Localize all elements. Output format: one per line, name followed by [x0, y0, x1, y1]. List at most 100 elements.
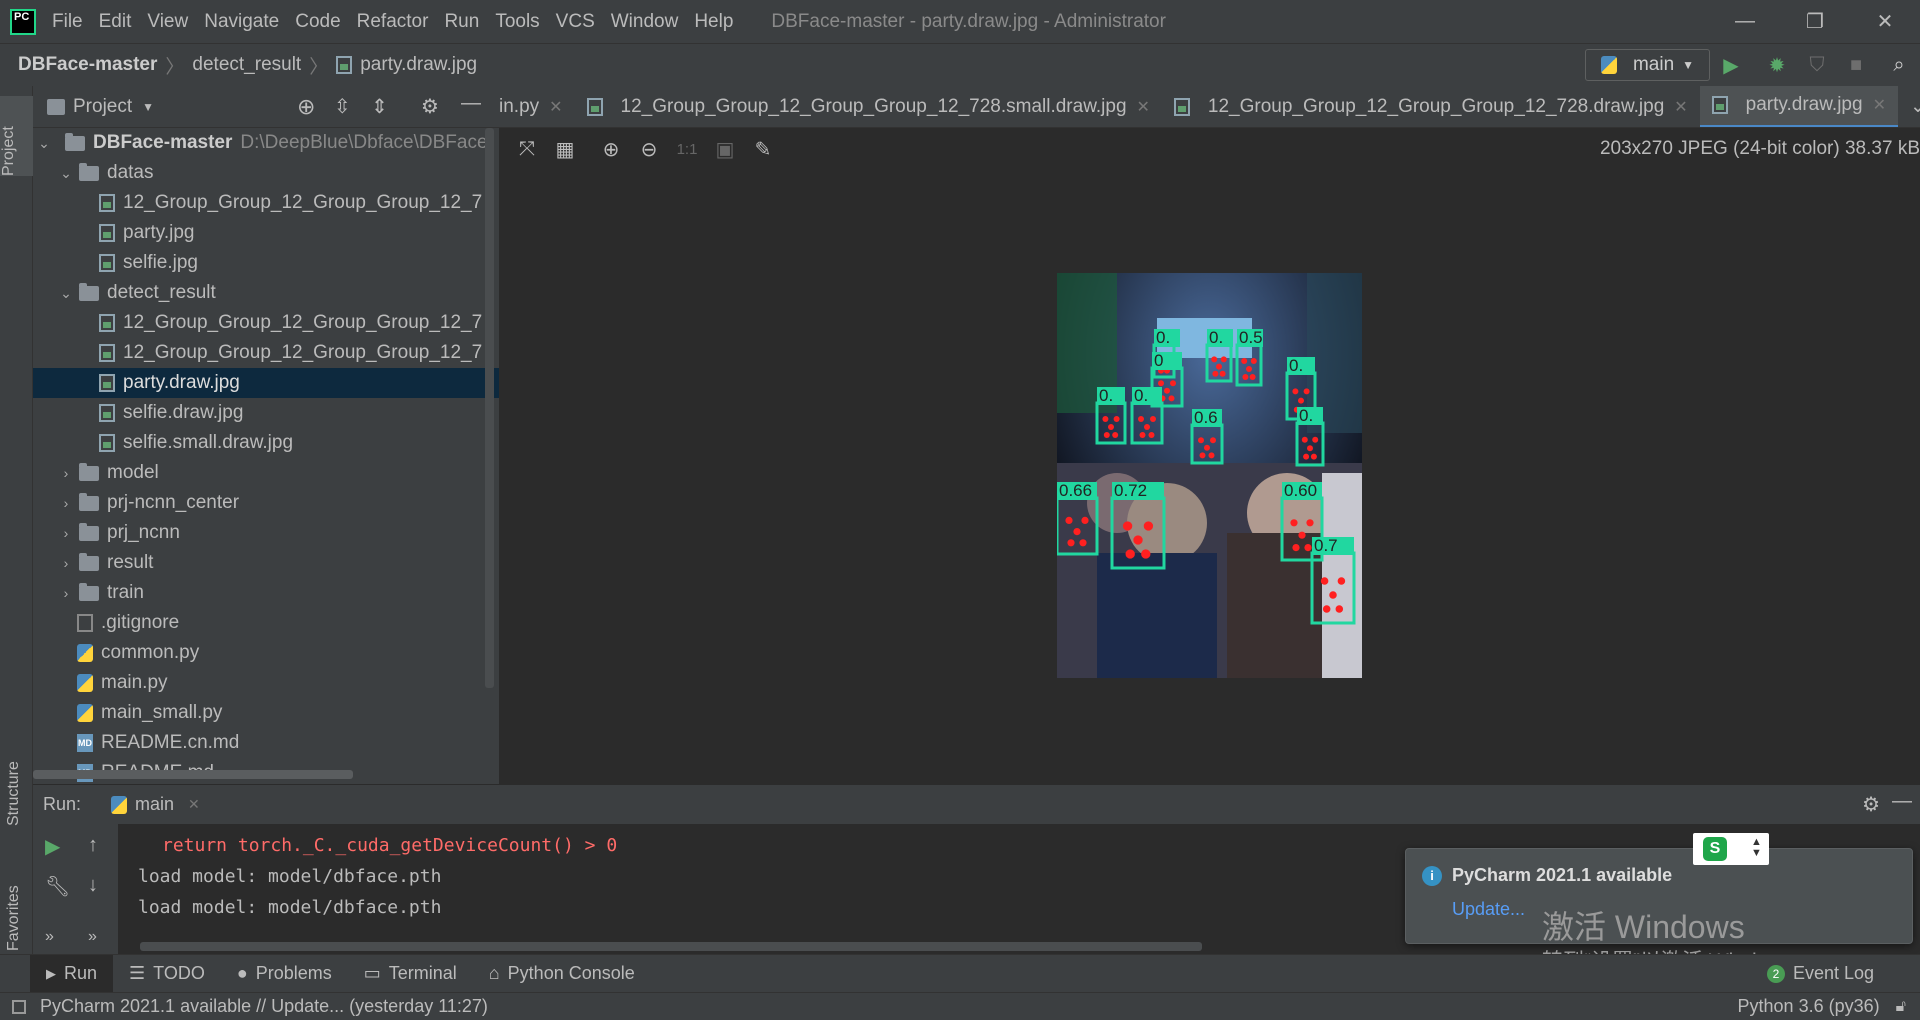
menu-window[interactable]: Window [611, 11, 679, 33]
locate-icon[interactable]: ⊕ [297, 94, 315, 120]
structure-tool-tab[interactable]: Structure [5, 716, 23, 826]
breadcrumb-file[interactable]: party.draw.jpg [360, 54, 477, 76]
fit-to-window-icon[interactable]: ⤧ [511, 133, 543, 165]
menu-code[interactable]: Code [295, 11, 340, 33]
tree-file[interactable]: main.py [33, 668, 499, 698]
tree-file[interactable]: selfie.jpg [33, 248, 499, 278]
close-icon[interactable]: ✕ [549, 97, 562, 117]
more-icon[interactable]: » [88, 928, 97, 946]
search-icon[interactable]: ⌕ [1886, 52, 1912, 78]
tool-tab-run[interactable]: ▶ Run [30, 954, 114, 993]
run-configuration-select[interactable]: main ▼ [1585, 49, 1710, 81]
tree-file[interactable]: selfie.draw.jpg [33, 398, 499, 428]
menu-navigate[interactable]: Navigate [204, 11, 279, 33]
expand-all-icon[interactable]: ⇳ [334, 94, 351, 119]
status-message[interactable]: PyCharm 2021.1 available // Update... (y… [40, 996, 488, 1017]
close-icon[interactable]: ✕ [1873, 95, 1886, 115]
tab-draw-jpg[interactable]: 12_Group_Group_12_Group_Group_12_728.dra… [1162, 86, 1700, 127]
hide-panel-icon[interactable]: — [1892, 790, 1912, 813]
tree-folder[interactable]: › model [33, 458, 499, 488]
menu-tools[interactable]: Tools [495, 11, 539, 33]
tree-file[interactable]: 12_Group_Group_12_Group_Group_12_7 [33, 188, 499, 218]
ime-indicator[interactable]: S ▲ ▼ [1693, 833, 1769, 865]
update-link[interactable]: Update... [1452, 899, 1525, 920]
restore-icon[interactable]: ❐ [1780, 9, 1850, 34]
collapse-all-icon[interactable]: ⇕ [371, 94, 388, 119]
zoom-in-icon[interactable]: ⊕ [595, 133, 627, 165]
tree-file[interactable]: 12_Group_Group_12_Group_Group_12_7 [33, 308, 499, 338]
coverage-icon[interactable]: ⛉ [1804, 52, 1830, 78]
close-icon[interactable]: ✕ [1674, 97, 1687, 117]
chevron-down-icon[interactable]: ⌄ [55, 285, 77, 302]
chevron-right-icon[interactable]: › [55, 465, 77, 481]
tool-tab-terminal[interactable]: ▭ Terminal [348, 955, 473, 993]
tool-tab-todo[interactable]: ☰ TODO [113, 955, 221, 993]
chevron-right-icon[interactable]: › [55, 555, 77, 571]
gear-icon[interactable]: ⚙ [421, 94, 439, 119]
run-tab-main[interactable]: main [135, 794, 174, 815]
tree-file[interactable]: selfie.small.draw.jpg [33, 428, 499, 458]
menu-refactor[interactable]: Refactor [357, 11, 429, 33]
toggle-tool-windows-icon[interactable] [12, 999, 26, 1014]
chevron-down-icon[interactable]: ⌄ [55, 165, 77, 182]
tree-folder[interactable]: ⌄ datas [33, 158, 499, 188]
tree-file[interactable]: party.jpg [33, 218, 499, 248]
tree-file[interactable]: party.draw.jpg [33, 368, 499, 398]
close-icon[interactable]: ✕ [188, 796, 200, 813]
tree-file[interactable]: main_small.py [33, 698, 499, 728]
tree-folder[interactable]: › prj_ncnn [33, 518, 499, 548]
tree-folder[interactable]: › result [33, 548, 499, 578]
tree-root[interactable]: ⌄ DBFace-master D:\DeepBlue\Dbface\DBFac… [33, 128, 499, 158]
dropdown-arrow-icon[interactable]: ▼ [142, 100, 154, 114]
chevron-right-icon[interactable]: › [55, 525, 77, 541]
zoom-out-icon[interactable]: ⊖ [633, 133, 665, 165]
color-picker-icon[interactable]: ✎ [747, 133, 779, 165]
menu-view[interactable]: View [147, 11, 188, 33]
breadcrumb-project[interactable]: DBFace-master [18, 54, 157, 76]
stop-icon[interactable]: ■ [1843, 52, 1869, 78]
close-icon[interactable]: ✕ [1850, 9, 1920, 34]
arrow-down-icon[interactable]: ↓ [88, 874, 98, 897]
menu-edit[interactable]: Edit [99, 11, 132, 33]
more-icon[interactable]: » [45, 928, 54, 946]
hide-panel-icon[interactable]: — [461, 92, 481, 115]
wrench-icon[interactable]: 🔧︎ [45, 874, 70, 899]
favorites-tool-tab[interactable]: Favorites [5, 841, 23, 951]
run-icon[interactable]: ▶ [1718, 52, 1744, 78]
tree-folder[interactable]: › prj-ncnn_center [33, 488, 499, 518]
minimize-icon[interactable]: — [1710, 10, 1780, 33]
tree-file[interactable]: .gitignore [33, 608, 499, 638]
chevron-right-icon[interactable]: › [55, 495, 77, 511]
gear-icon[interactable]: ⚙ [1862, 792, 1880, 817]
tree-file[interactable]: 12_Group_Group_12_Group_Group_12_7 [33, 338, 499, 368]
project-view-label[interactable]: Project [73, 96, 132, 118]
tab-party-draw-jpg[interactable]: party.draw.jpg ✕ [1699, 86, 1898, 127]
project-tool-tab[interactable]: Project [0, 96, 33, 176]
debug-icon[interactable]: ✹ [1764, 52, 1790, 78]
tree-file[interactable]: common.py [33, 638, 499, 668]
tool-tab-problems[interactable]: ● Problems [221, 955, 348, 993]
vertical-scrollbar[interactable] [485, 128, 494, 688]
interpreter-indicator[interactable]: Python 3.6 (py36) [1738, 996, 1880, 1017]
horizontal-scrollbar[interactable] [33, 770, 353, 779]
tab-main-py[interactable]: in.py ✕ [499, 86, 575, 127]
grid-icon[interactable]: ▦ [549, 133, 581, 165]
close-icon[interactable]: ✕ [1137, 97, 1150, 117]
arrow-up-icon[interactable]: ↑ [88, 834, 98, 857]
tab-list-dropdown[interactable]: ⌄ [1898, 86, 1920, 127]
menu-help[interactable]: Help [694, 11, 733, 33]
console-scrollbar[interactable] [140, 942, 1202, 951]
tool-tab-python-console[interactable]: ⌂ Python Console [473, 955, 651, 993]
chevron-down-icon[interactable]: ⌄ [33, 135, 55, 152]
ime-toggle-icon[interactable]: ▲ ▼ [1751, 837, 1762, 859]
tab-small-draw-jpg[interactable]: 12_Group_Group_12_Group_Group_12_728.sma… [575, 86, 1162, 127]
menu-vcs[interactable]: VCS [556, 11, 595, 33]
tool-tab-event-log[interactable]: 2 Event Log [1751, 955, 1890, 993]
chevron-right-icon[interactable]: › [55, 585, 77, 601]
background-icon[interactable]: ▣ [709, 133, 741, 165]
rerun-icon[interactable]: ▶ [45, 834, 60, 859]
actual-size-button[interactable]: 1:1 [671, 133, 703, 165]
breadcrumb-folder[interactable]: detect_result [192, 54, 301, 76]
menu-file[interactable]: File [52, 11, 83, 33]
tree-folder[interactable]: ⌄ detect_result [33, 278, 499, 308]
